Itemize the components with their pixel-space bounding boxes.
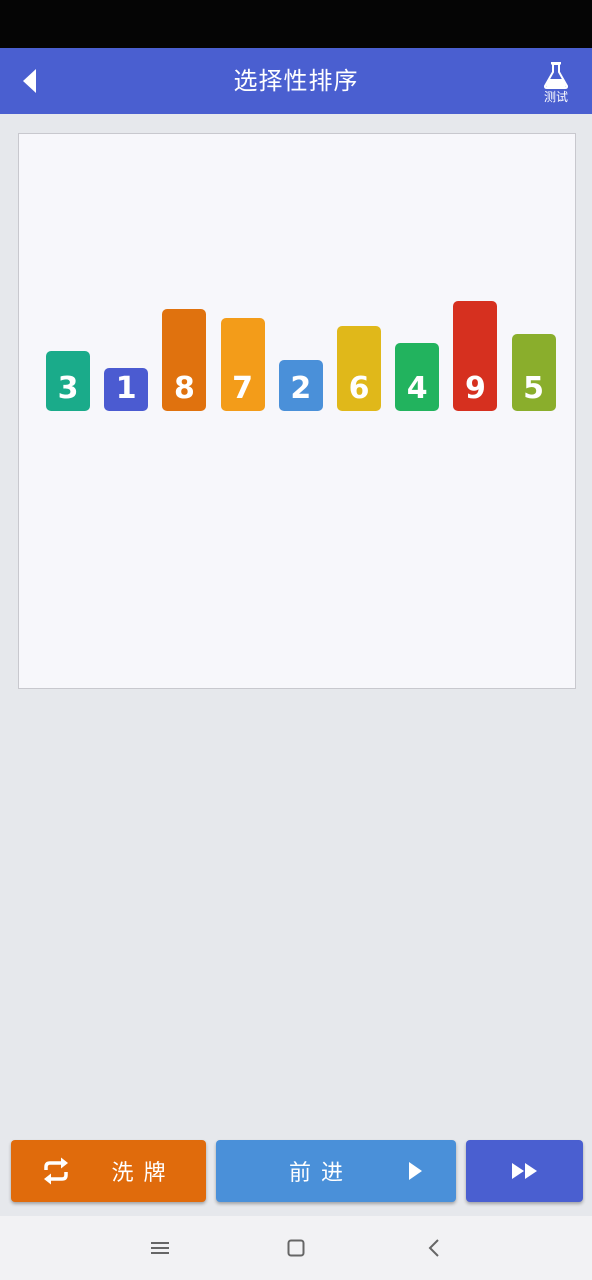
fast-forward-icon [511,1163,537,1179]
sort-bar-4: 4 [395,343,440,411]
forward-button[interactable]: 前进 [216,1140,456,1202]
shuffle-button[interactable]: 洗牌 [11,1140,206,1202]
bar-label: 1 [115,371,137,406]
sort-bar-2: 2 [278,360,323,411]
menu-button[interactable] [140,1230,180,1266]
sort-bar-3: 3 [46,351,90,411]
app-bar: 选择性排序 测试 [0,48,592,114]
sort-visualization-panel: 3 1 8 7 2 6 4 9 5 [18,133,576,689]
menu-icon [151,1242,169,1254]
bottom-controls: 洗牌 前进 [0,1138,592,1208]
triangle-left-icon [23,69,36,93]
home-square-icon [287,1239,305,1257]
bar-label: 7 [232,371,254,406]
status-bar [0,0,592,48]
sort-bar-9: 9 [453,301,498,411]
play-icon [409,1162,422,1180]
bar-label: 2 [290,371,312,406]
system-nav-bar [0,1216,592,1280]
home-button[interactable] [276,1230,316,1266]
sort-bar-1: 1 [104,368,149,411]
bar-label: 6 [348,371,370,406]
repeat-icon [44,1157,69,1185]
page-title: 选择性排序 [233,67,359,95]
sort-bar-7: 7 [220,318,265,411]
bar-label: 8 [173,371,195,406]
shuffle-label: 洗牌 [111,1161,176,1186]
bar-label: 4 [406,371,428,406]
sort-bar-5: 5 [511,334,556,411]
sort-bar-6: 6 [337,326,381,411]
fast-forward-button[interactable] [466,1140,583,1202]
bar-label: 5 [523,371,545,406]
forward-label: 前进 [288,1161,353,1186]
chevron-left-icon [428,1239,439,1257]
test-label: 测试 [543,89,568,104]
back-button[interactable] [10,58,50,104]
bar-label: 3 [57,371,79,406]
flask-icon [543,61,569,89]
test-button[interactable]: 测试 [528,54,584,110]
nav-back-button[interactable] [414,1230,454,1266]
bar-label: 9 [464,371,486,406]
sort-bar-8: 8 [162,309,207,411]
